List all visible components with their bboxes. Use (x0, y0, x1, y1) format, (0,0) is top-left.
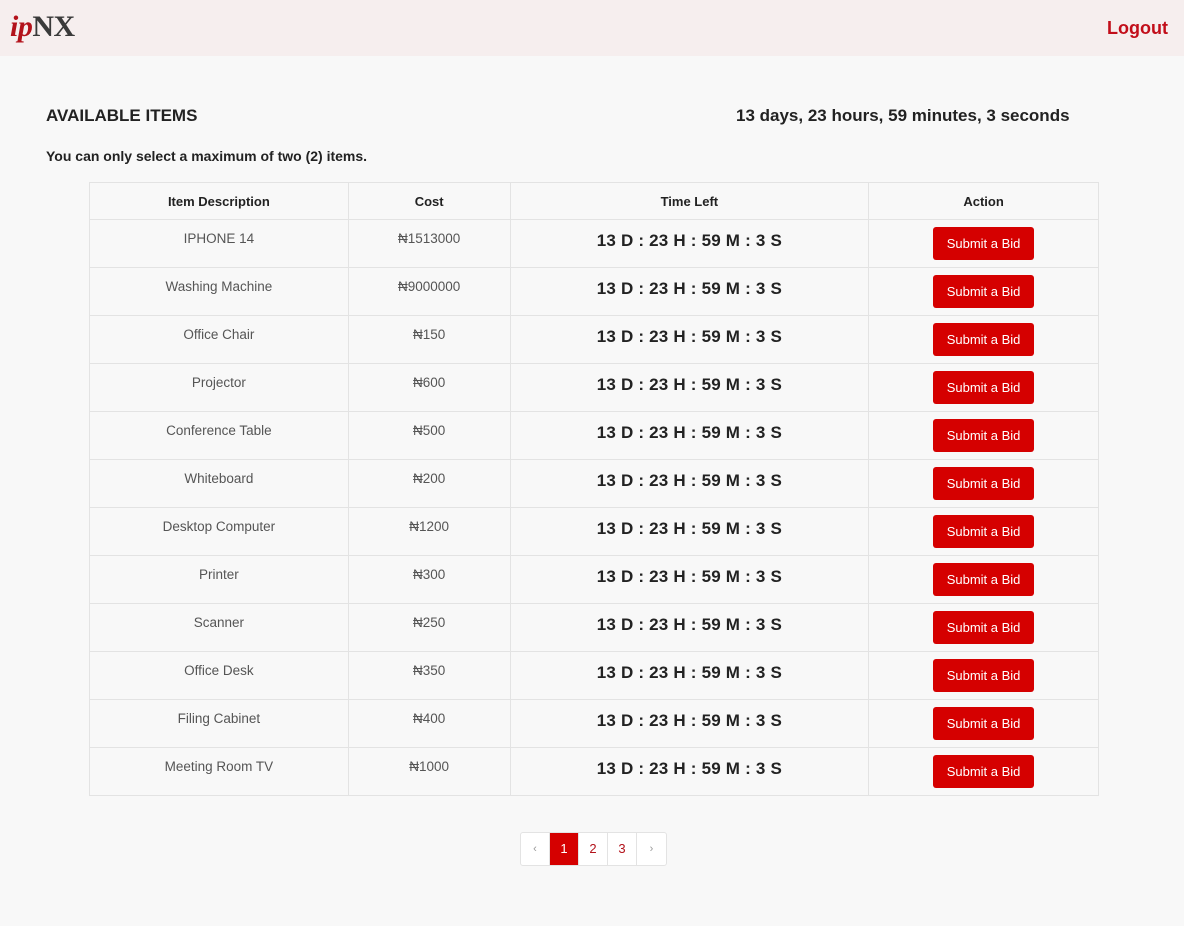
item-time-left: 13 D : 23 H : 59 M : 3 S (509, 219, 870, 268)
top-navbar: ipNX Logout (0, 0, 1184, 56)
item-time-left: 13 D : 23 H : 59 M : 3 S (509, 267, 870, 316)
item-description: Scanner (89, 603, 349, 652)
item-cost: ₦500 (347, 411, 511, 460)
item-description: Conference Table (89, 411, 349, 460)
submit-bid-button[interactable]: Submit a Bid (933, 659, 1035, 692)
item-time-left: 13 D : 23 H : 59 M : 3 S (509, 411, 870, 460)
item-cost: ₦350 (347, 651, 511, 700)
item-description: Projector (89, 363, 349, 412)
item-action-cell: Submit a Bid (868, 507, 1099, 556)
item-time-left: 13 D : 23 H : 59 M : 3 S (509, 315, 870, 364)
table-row: Filing Cabinet ₦400 13 D : 23 H : 59 M : 3… (89, 699, 1099, 748)
table-row: Washing Machine ₦9000000 13 D : 23 H : 59 … (89, 267, 1099, 316)
pagination-next[interactable]: › (637, 833, 666, 865)
logo-nx-text: NX (32, 10, 75, 43)
pagination-page-1[interactable]: 1 (550, 833, 579, 865)
table-row: Whiteboard ₦200 13 D : 23 H : 59 M : 3 S Su… (89, 459, 1099, 508)
table-row: Scanner ₦250 13 D : 23 H : 59 M : 3 S Submi… (89, 603, 1099, 652)
item-time-left: 13 D : 23 H : 59 M : 3 S (509, 651, 870, 700)
item-description: Filing Cabinet (89, 699, 349, 748)
item-action-cell: Submit a Bid (868, 411, 1099, 460)
submit-bid-button[interactable]: Submit a Bid (933, 323, 1035, 356)
item-cost: ₦1513000 (347, 219, 511, 268)
column-header-description: Item Description (89, 182, 349, 220)
item-action-cell: Submit a Bid (868, 219, 1099, 268)
page-title: AVAILABLE ITEMS (46, 106, 198, 125)
item-description: Office Desk (89, 651, 349, 700)
item-description: Office Chair (89, 315, 349, 364)
item-action-cell: Submit a Bid (868, 315, 1099, 364)
item-action-cell: Submit a Bid (868, 555, 1099, 604)
submit-bid-button[interactable]: Submit a Bid (933, 515, 1035, 548)
table-row: Projector ₦600 13 D : 23 H : 59 M : 3 S Sub… (89, 363, 1099, 412)
item-cost: ₦200 (347, 459, 511, 508)
item-time-left: 13 D : 23 H : 59 M : 3 S (509, 363, 870, 412)
column-header-cost: Cost (347, 182, 511, 220)
submit-bid-button[interactable]: Submit a Bid (933, 755, 1035, 788)
item-description: Printer (89, 555, 349, 604)
item-action-cell: Submit a Bid (868, 267, 1099, 316)
submit-bid-button[interactable]: Submit a Bid (933, 707, 1035, 740)
submit-bid-button[interactable]: Submit a Bid (933, 371, 1035, 404)
item-time-left: 13 D : 23 H : 59 M : 3 S (509, 459, 870, 508)
submit-bid-button[interactable]: Submit a Bid (933, 467, 1035, 500)
submit-bid-button[interactable]: Submit a Bid (933, 563, 1035, 596)
item-description: Meeting Room TV (89, 747, 349, 796)
item-cost: ₦300 (347, 555, 511, 604)
item-time-left: 13 D : 23 H : 59 M : 3 S (509, 699, 870, 748)
table-row: IPHONE 14 ₦1513000 13 D : 23 H : 59 M : 3 … (89, 219, 1099, 268)
item-time-left: 13 D : 23 H : 59 M : 3 S (509, 603, 870, 652)
item-action-cell: Submit a Bid (868, 603, 1099, 652)
selection-limit-note: You can only select a maximum of two (2)… (46, 148, 368, 164)
table-row: Office Chair ₦150 13 D : 23 H : 59 M : 3 S… (89, 315, 1099, 364)
item-cost: ₦400 (347, 699, 511, 748)
submit-bid-button[interactable]: Submit a Bid (933, 611, 1035, 644)
item-cost: ₦250 (347, 603, 511, 652)
pagination-page-3[interactable]: 3 (608, 833, 637, 865)
item-cost: ₦150 (347, 315, 511, 364)
submit-bid-button[interactable]: Submit a Bid (933, 227, 1035, 260)
item-time-left: 13 D : 23 H : 59 M : 3 S (509, 747, 870, 796)
table-row: Desktop Computer ₦1200 13 D : 23 H : 59 M … (89, 507, 1099, 556)
ipnx-logo[interactable]: ipNX (10, 10, 75, 44)
logo-ip-text: ip (10, 10, 33, 43)
item-cost: ₦1000 (347, 747, 511, 796)
item-description: Desktop Computer (89, 507, 349, 556)
item-description: Whiteboard (89, 459, 349, 508)
column-header-action: Action (868, 182, 1099, 220)
item-action-cell: Submit a Bid (868, 699, 1099, 748)
pagination: ‹ 1 2 3 › (520, 832, 667, 866)
item-cost: ₦1200 (347, 507, 511, 556)
pagination-page-2[interactable]: 2 (579, 833, 608, 865)
submit-bid-button[interactable]: Submit a Bid (933, 275, 1035, 308)
table-header-row: Item Description Cost Time Left Action (89, 182, 1099, 220)
logout-link[interactable]: Logout (1107, 18, 1168, 39)
submit-bid-button[interactable]: Submit a Bid (933, 419, 1035, 452)
item-time-left: 13 D : 23 H : 59 M : 3 S (509, 507, 870, 556)
item-cost: ₦9000000 (347, 267, 511, 316)
item-description: IPHONE 14 (89, 219, 349, 268)
item-action-cell: Submit a Bid (868, 363, 1099, 412)
item-action-cell: Submit a Bid (868, 747, 1099, 796)
table-row: Printer ₦300 13 D : 23 H : 59 M : 3 S Submi… (89, 555, 1099, 604)
table-row: Conference Table ₦500 13 D : 23 H : 59 M :… (89, 411, 1099, 460)
global-countdown: 13 days, 23 hours, 59 minutes, 3 seconds (736, 106, 1070, 125)
item-description: Washing Machine (89, 267, 349, 316)
pagination-prev[interactable]: ‹ (521, 833, 550, 865)
item-action-cell: Submit a Bid (868, 651, 1099, 700)
table-row: Office Desk ₦350 13 D : 23 H : 59 M : 3 S S… (89, 651, 1099, 700)
item-action-cell: Submit a Bid (868, 459, 1099, 508)
item-time-left: 13 D : 23 H : 59 M : 3 S (509, 555, 870, 604)
column-header-time-left: Time Left (509, 182, 870, 220)
item-cost: ₦600 (347, 363, 511, 412)
table-row: Meeting Room TV ₦1000 13 D : 23 H : 59 M :… (89, 747, 1099, 796)
items-table: Item Description Cost Time Left Action I… (89, 182, 1099, 796)
